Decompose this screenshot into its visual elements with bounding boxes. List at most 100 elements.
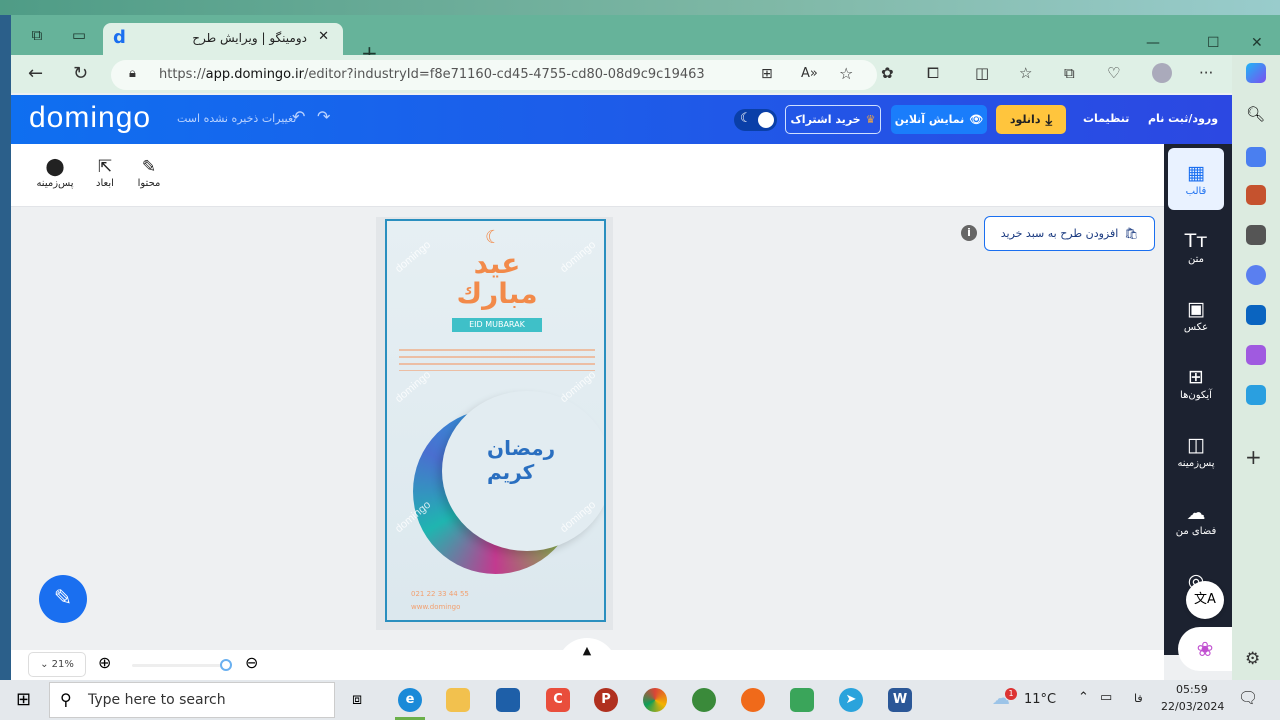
weather-badge: 1: [1005, 688, 1017, 700]
sidebar-item-template[interactable]: ▦ قالب: [1168, 148, 1224, 210]
watermark: domingo: [558, 368, 599, 406]
zoom-slider[interactable]: [132, 664, 224, 667]
minimize-button[interactable]: —: [1146, 35, 1160, 51]
microsoft365-icon[interactable]: [1246, 265, 1266, 285]
translate-icon: 文A: [1194, 592, 1216, 607]
edge-taskbar-icon[interactable]: e: [398, 688, 422, 712]
profile-avatar[interactable]: [1152, 63, 1172, 83]
tools-icon[interactable]: [1246, 185, 1266, 205]
layout-icon: ▦: [1187, 162, 1205, 184]
weather-temp[interactable]: 11°C: [1024, 692, 1056, 707]
word-icon[interactable]: W: [888, 688, 912, 712]
text-icon: Tт: [1184, 230, 1208, 252]
shopping-icon[interactable]: [1246, 147, 1266, 167]
subscribe-button[interactable]: ♛ خرید اشتراک: [785, 105, 881, 134]
refresh-button[interactable]: ↻: [73, 63, 88, 84]
copilot-icon[interactable]: [1246, 63, 1266, 83]
clock-time[interactable]: 05:59: [1176, 683, 1208, 696]
notifications-icon[interactable]: 🗨︎: [1238, 688, 1258, 707]
watermark: domingo: [393, 238, 434, 276]
battery-icon[interactable]: ▭: [1100, 690, 1112, 705]
store-icon[interactable]: [496, 688, 520, 712]
outlook-icon[interactable]: [1246, 305, 1266, 325]
performance-icon[interactable]: ♡: [1107, 64, 1120, 82]
dark-mode-toggle[interactable]: ☾: [734, 109, 777, 131]
magic-wand-button[interactable]: ✎: [39, 575, 87, 623]
sidebar-item-my-space[interactable]: ☁ فضای من: [1168, 488, 1224, 550]
back-button[interactable]: ←: [28, 63, 43, 84]
designer-icon[interactable]: [1246, 345, 1266, 365]
login-link[interactable]: ورود/ثبت نام: [1148, 112, 1218, 125]
telegram-icon[interactable]: ➤: [839, 688, 863, 712]
sidebar-item-photo[interactable]: ▣ عکس: [1168, 284, 1224, 346]
toolbar-background[interactable]: ⬤ پس‌زمینه: [33, 156, 77, 189]
send-icon[interactable]: [1246, 385, 1266, 405]
close-tab-icon[interactable]: ✕: [318, 29, 329, 44]
toolbar-content[interactable]: ✎ محتوا: [127, 156, 171, 189]
eye-icon: 👁︎: [969, 113, 984, 126]
sidebar-item-background[interactable]: ◫ پس‌زمینه: [1168, 420, 1224, 482]
brain-icon: ❀: [1196, 637, 1214, 661]
crown-icon: ♛: [865, 113, 876, 126]
toolbar-dimensions[interactable]: ⇱ ابعاد: [83, 156, 127, 189]
image-icon: ▣: [1187, 298, 1205, 320]
task-view-icon[interactable]: ⧈: [352, 689, 362, 709]
games-icon[interactable]: [1246, 225, 1266, 245]
online-preview-button[interactable]: 👁︎ نمایش آنلاین: [891, 105, 987, 134]
ai-assistant-button[interactable]: ❀: [1178, 627, 1232, 671]
close-window-button[interactable]: ✕: [1251, 35, 1263, 51]
settings-link[interactable]: تنظیمات: [1083, 112, 1129, 125]
windows-start-icon[interactable]: ⊞: [16, 689, 31, 710]
file-explorer-icon[interactable]: [446, 688, 470, 712]
app-available-icon[interactable]: ⊞: [761, 66, 773, 82]
more-menu-icon[interactable]: ···: [1199, 64, 1213, 82]
poster-subtitle: رمضان كريم: [487, 436, 556, 484]
zoom-in-icon[interactable]: ⊕: [98, 653, 111, 672]
download-button[interactable]: ⤓ دانلود: [996, 105, 1066, 134]
watermark: domingo: [558, 238, 599, 276]
language-indicator[interactable]: فا: [1134, 692, 1143, 705]
read-aloud-icon[interactable]: A»: [801, 66, 818, 81]
zoom-level-select[interactable]: ⌄ 21%: [28, 652, 86, 677]
add-to-cart-button[interactable]: 🛍︎ افزودن طرح به سبد خرید: [984, 216, 1155, 251]
extensions-icon[interactable]: ⧠: [927, 64, 939, 82]
notes-app-icon[interactable]: [790, 688, 814, 712]
redo-icon[interactable]: ↷: [317, 107, 330, 126]
domingo-logo[interactable]: domingo: [29, 101, 151, 135]
favorite-star-icon[interactable]: ☆: [839, 64, 853, 83]
translate-button[interactable]: 文A: [1186, 581, 1224, 619]
chrome-icon[interactable]: [643, 688, 667, 712]
design-poster[interactable]: ☾ عيد مبارك EID MUBARAK رمضان كريم 021 2…: [385, 219, 606, 622]
search-placeholder: Type here to search: [88, 692, 226, 708]
psiphon-icon[interactable]: P: [594, 688, 618, 712]
undo-icon[interactable]: ↶: [292, 107, 305, 126]
browser-tab[interactable]: d دومینگو | ویرایش طرح ✕: [103, 23, 343, 55]
lock-icon[interactable]: 🔒︎: [129, 66, 136, 81]
collapse-panel-button[interactable]: ▲: [557, 638, 617, 678]
poster-ribbon: EID MUBARAK: [452, 318, 542, 332]
favorites-icon[interactable]: ☆: [1019, 64, 1032, 82]
camtasia-icon[interactable]: C: [546, 688, 570, 712]
maximize-button[interactable]: ☐: [1207, 35, 1220, 51]
zoom-out-icon[interactable]: ⊖: [245, 653, 258, 672]
workspaces-icon[interactable]: ⧉: [28, 27, 46, 43]
edge-sidebar: 🔍︎ + ⚙: [1232, 55, 1280, 680]
unsaved-status: تغییرات ذخیره نشده است: [177, 112, 297, 125]
search-icon[interactable]: 🔍︎: [1246, 105, 1265, 123]
collections-icon[interactable]: ⧉: [1064, 64, 1075, 82]
sidebar-item-icons[interactable]: ⊞ آیکون‌ها: [1168, 352, 1224, 414]
firefox-icon[interactable]: [741, 688, 765, 712]
network-app-icon[interactable]: [692, 688, 716, 712]
sidebar-item-text[interactable]: Tт متن: [1168, 216, 1224, 278]
info-icon[interactable]: i: [961, 225, 977, 241]
clock-date[interactable]: 22/03/2024: [1161, 700, 1224, 713]
split-screen-icon[interactable]: ◫: [975, 64, 989, 82]
taskbar-search[interactable]: ⚲ Type here to search: [49, 682, 335, 718]
sidebar-settings-icon[interactable]: ⚙: [1245, 649, 1260, 669]
zoom-slider-handle[interactable]: [220, 659, 232, 671]
copilot-extension-icon[interactable]: ✿: [881, 64, 894, 82]
address-bar[interactable]: 🔒︎ https://app.domingo.ir/editor?industr…: [111, 60, 877, 90]
tab-actions-icon[interactable]: ▭: [70, 27, 88, 43]
show-hidden-icons[interactable]: ⌃: [1078, 690, 1089, 705]
add-sidebar-app-icon[interactable]: +: [1245, 445, 1262, 469]
